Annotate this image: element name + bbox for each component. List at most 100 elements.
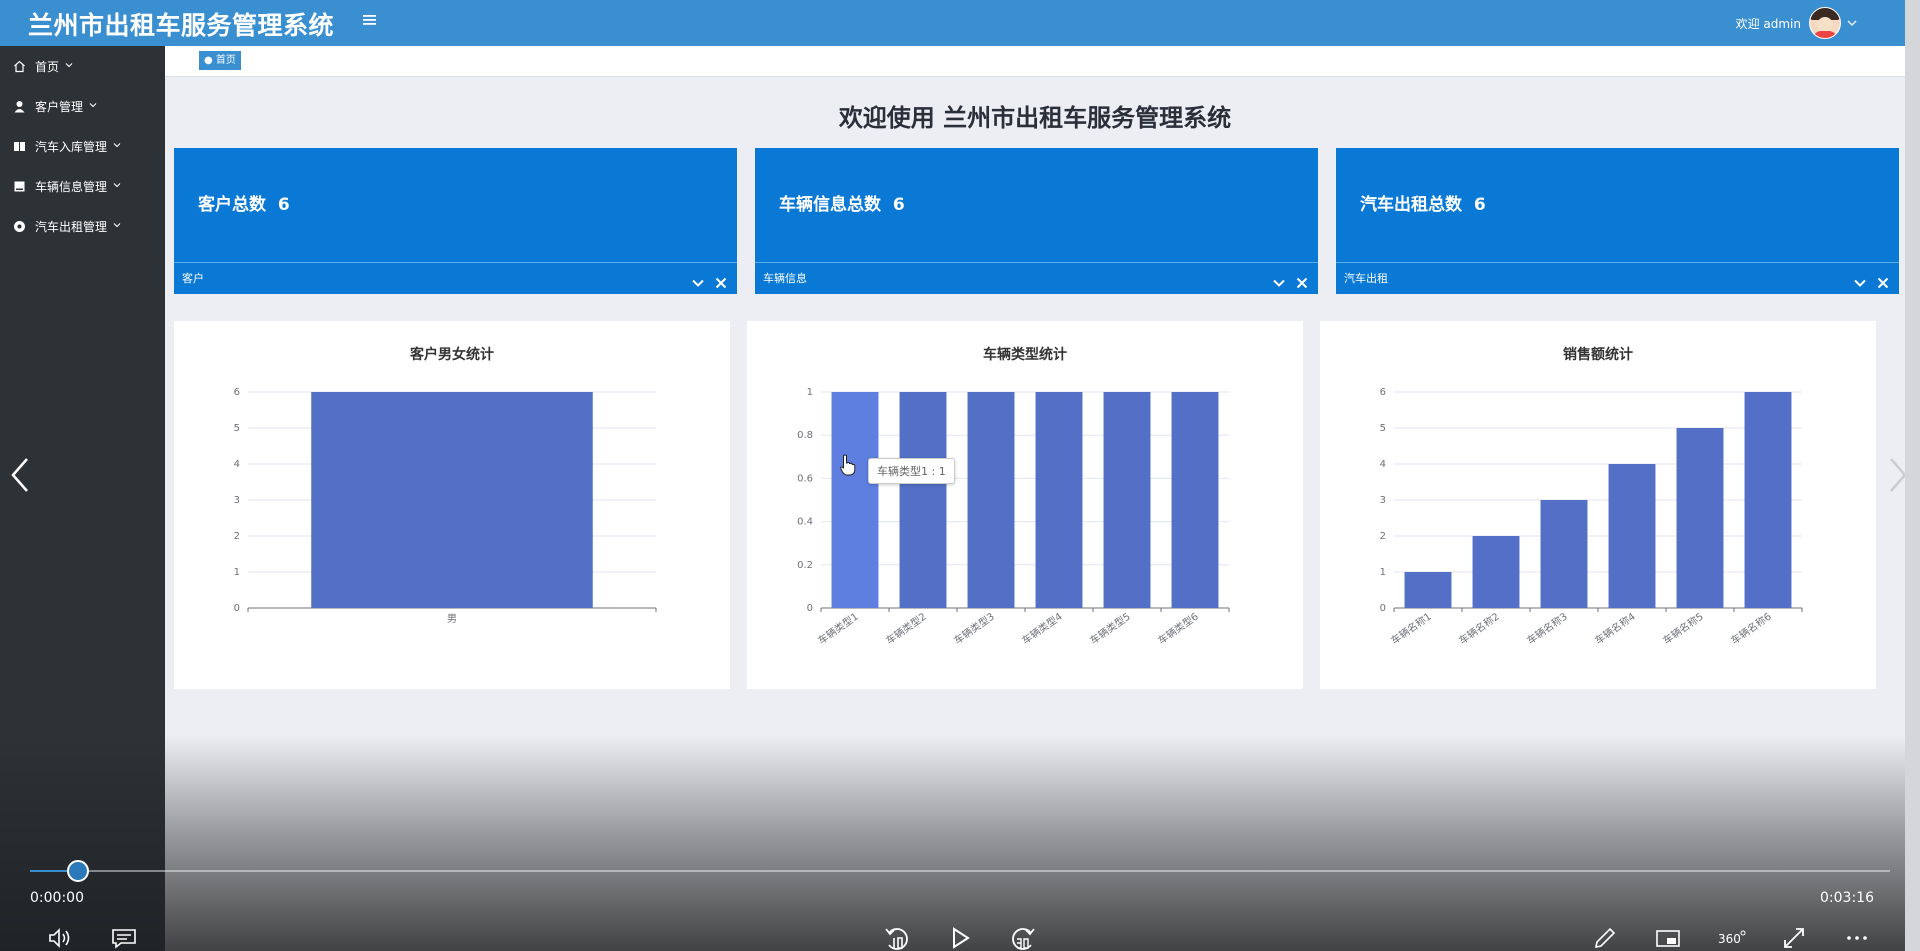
y-tick-label: 0: [1380, 603, 1386, 614]
dot-circle-icon: [12, 219, 26, 233]
app-title: 兰州市出租车服务管理系统: [28, 11, 335, 40]
play-icon[interactable]: [945, 925, 975, 951]
svg-text:360: 360: [1718, 932, 1741, 946]
welcome-user-label: 欢迎 admin: [1735, 16, 1801, 31]
sidebar-item-label: 车辆信息管理: [35, 179, 108, 194]
x-tick-label: 车辆名称3: [1524, 610, 1569, 647]
chart-gender: 客户男女统计 0 1 2 3 4 5 6 男: [234, 346, 657, 625]
stat-card-rentals: 汽车出租总数 6 汽车出租: [1336, 148, 1899, 294]
bar[interactable]: [1103, 392, 1151, 608]
user-avatar-icon[interactable]: [1809, 7, 1841, 39]
chevron-down-icon[interactable]: [691, 271, 705, 287]
square-icon: [12, 179, 26, 193]
picture-in-picture-icon[interactable]: [1653, 925, 1683, 951]
close-icon[interactable]: [714, 271, 728, 289]
y-tick-label: 3: [1380, 495, 1386, 506]
sidebar-item-car-rental[interactable]: 汽车出租管理: [0, 206, 165, 246]
total-time: 0:03:16: [1820, 890, 1874, 906]
stat-title: 客户总数: [198, 195, 266, 215]
x-tick-label: 车辆名称6: [1728, 610, 1773, 647]
previous-arrow-icon[interactable]: [8, 455, 32, 495]
tab-home[interactable]: ● 首页: [199, 51, 241, 70]
chart-sales: 销售额统计 0 1 2 3 4 5 6 车辆名称1 车辆名称2 车辆名称3 车辆名称4 车辆名称5 车辆名…: [1380, 346, 1803, 647]
current-time: 0:00:00: [30, 890, 84, 906]
stat-footer: 车辆信息: [755, 262, 1318, 294]
scrollbar[interactable]: [1905, 0, 1920, 951]
hand-cursor-icon: [840, 454, 856, 476]
chart-card-gender: 客户男女统计 0 1 2 3 4 5 6 男: [174, 321, 730, 689]
user-menu[interactable]: 欢迎 admin: [1736, 5, 1857, 41]
stat-card-vehicles: 车辆信息总数 6 车辆信息: [755, 148, 1318, 294]
video-progress-track[interactable]: [30, 870, 1890, 872]
bar[interactable]: [1472, 536, 1520, 608]
sidebar-item-home[interactable]: 首页: [0, 46, 165, 86]
close-icon[interactable]: [1876, 271, 1890, 289]
bar[interactable]: [831, 392, 879, 608]
chevron-down-icon: [65, 61, 73, 71]
x-tick-label: 车辆名称4: [1592, 610, 1637, 647]
chevron-down-icon[interactable]: [1272, 271, 1286, 287]
bar[interactable]: [1676, 428, 1724, 608]
sidebar-item-car-storage[interactable]: 汽车入库管理: [0, 126, 165, 166]
y-tick-label: 6: [234, 387, 240, 398]
y-tick-label: 5: [234, 423, 240, 434]
bar[interactable]: [1608, 464, 1656, 608]
chevron-down-icon[interactable]: [1847, 16, 1857, 30]
sidebar-item-vehicle-info[interactable]: 车辆信息管理: [0, 166, 165, 206]
bar[interactable]: [1171, 392, 1219, 608]
page-title: 欢迎使用 兰州市出租车服务管理系统: [838, 104, 1232, 132]
stat-footer-label: 客户: [182, 272, 204, 285]
close-icon[interactable]: [1295, 271, 1309, 289]
video-progress-knob[interactable]: [67, 860, 89, 882]
bar[interactable]: [967, 392, 1015, 608]
chevron-down-icon: [113, 181, 121, 191]
chart-title: 销售额统计: [1563, 346, 1633, 363]
stat-value: 6: [892, 195, 905, 215]
x-tick-label: 车辆名称1: [1388, 610, 1433, 647]
pen-icon[interactable]: [1590, 925, 1620, 951]
chevron-down-icon: [113, 221, 121, 231]
y-tick-label: 6: [1380, 387, 1386, 398]
chevron-down-icon: [113, 141, 121, 151]
y-tick-label: 2: [234, 531, 240, 542]
fullscreen-icon[interactable]: [1779, 925, 1809, 951]
y-tick-label: 0: [234, 603, 240, 614]
stat-title: 汽车出租总数: [1360, 195, 1462, 215]
chart-tooltip: 车辆类型1 : 1: [868, 458, 955, 484]
bar[interactable]: [899, 392, 947, 608]
chevron-down-icon: [89, 101, 97, 111]
y-tick-label: 0.4: [797, 517, 813, 528]
rewind-10-icon[interactable]: [882, 925, 912, 951]
y-tick-label: 0.8: [797, 430, 813, 441]
sidebar-item-customers[interactable]: 客户管理: [0, 86, 165, 126]
x-tick-label: 车辆类型4: [1019, 610, 1064, 647]
hamburger-icon[interactable]: [362, 8, 378, 32]
bar[interactable]: [1035, 392, 1083, 608]
360-icon[interactable]: 360: [1716, 925, 1746, 951]
bar[interactable]: [1744, 392, 1792, 608]
chart-vehicle-type: 车辆类型统计 0 0.2 0.4 0.6 0.8 1 车辆类型1 车辆类型2 车辆类型3 车辆类型4…: [797, 346, 1230, 647]
more-icon[interactable]: [1842, 925, 1872, 951]
sidebar-item-label: 首页: [35, 59, 60, 74]
sidebar-item-label: 客户管理: [35, 99, 84, 114]
stat-footer-label: 车辆信息: [763, 272, 807, 285]
chevron-down-icon[interactable]: [1853, 271, 1867, 287]
stat-value: 6: [277, 195, 290, 215]
chart-card-sales: 销售额统计 0 1 2 3 4 5 6 车辆名称1 车辆名称2 车辆名称3 车辆名称4 车辆名称5 车辆名…: [1320, 321, 1876, 689]
x-tick-label: 车辆名称5: [1660, 610, 1705, 647]
x-tick-label: 车辆类型5: [1087, 610, 1132, 647]
bar[interactable]: [1404, 572, 1452, 608]
subtitles-icon[interactable]: [109, 925, 139, 951]
top-header: 兰州市出租车服务管理系统 欢迎 admin: [0, 0, 1905, 46]
tab-strip: ● 首页: [165, 46, 1905, 77]
x-tick-label: 车辆类型1: [815, 610, 860, 647]
video-overlay: [165, 735, 1905, 951]
chart-title: 车辆类型统计: [983, 346, 1067, 363]
bar[interactable]: [1540, 500, 1588, 608]
volume-icon[interactable]: [46, 925, 76, 951]
forward-30-icon[interactable]: [1008, 925, 1038, 951]
bar[interactable]: [311, 392, 593, 608]
y-tick-label: 0: [807, 603, 813, 614]
person-icon: [12, 99, 26, 113]
stat-title: 车辆信息总数: [779, 195, 881, 215]
